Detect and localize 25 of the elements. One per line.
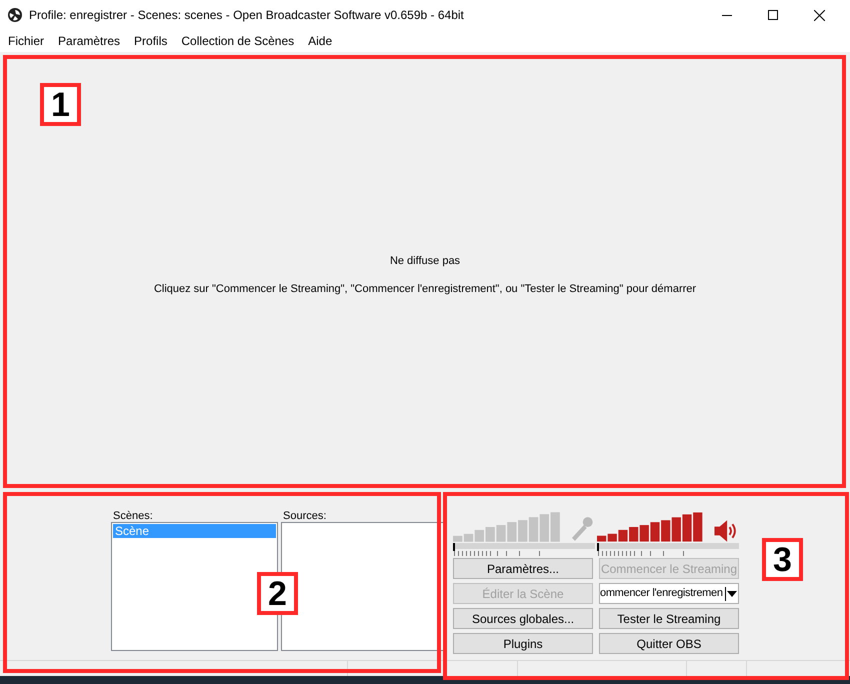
menu-item[interactable]: Paramètres xyxy=(51,32,128,50)
action-button[interactable]: Plugins xyxy=(453,633,593,654)
action-button[interactable]: Paramètres... xyxy=(453,558,593,579)
record-dropdown[interactable]: ommencer l'enregistremen xyxy=(599,583,739,604)
action-button[interactable]: Tester le Streaming xyxy=(599,608,739,629)
stream-status: Ne diffuse pas xyxy=(390,254,460,268)
callout-number: 1 xyxy=(40,83,81,126)
speaker-icon[interactable] xyxy=(714,520,739,542)
callout-number: 2 xyxy=(257,572,298,615)
menu-item[interactable]: Fichier xyxy=(1,32,52,50)
scenes-label: Scènes: xyxy=(113,509,154,522)
start-hint: Cliquez sur "Commencer le Streaming", "Commencer l'enregistrement", ou "Tester le Streaming" pour démarrer xyxy=(154,282,696,297)
app-logo-icon xyxy=(8,8,22,22)
callout-number: 3 xyxy=(762,538,803,581)
close-icon xyxy=(814,10,824,20)
action-button[interactable]: Sources globales... xyxy=(453,608,593,629)
sources-label: Sources: xyxy=(283,509,328,522)
menu-item[interactable]: Collection de Scènes xyxy=(174,32,302,50)
dropdown-caret-icon[interactable] xyxy=(726,590,738,598)
window-title: Profile: enregistrer - Scenes: scenes - Open Broadcaster Software v0.659b - 64bit xyxy=(29,7,464,24)
action-button[interactable]: Quitter OBS xyxy=(599,633,739,654)
volume-slider[interactable] xyxy=(597,543,739,549)
menu-item[interactable]: Aide xyxy=(301,32,340,50)
menu-item[interactable]: Profils xyxy=(127,32,174,50)
volume-slider[interactable] xyxy=(453,543,595,549)
